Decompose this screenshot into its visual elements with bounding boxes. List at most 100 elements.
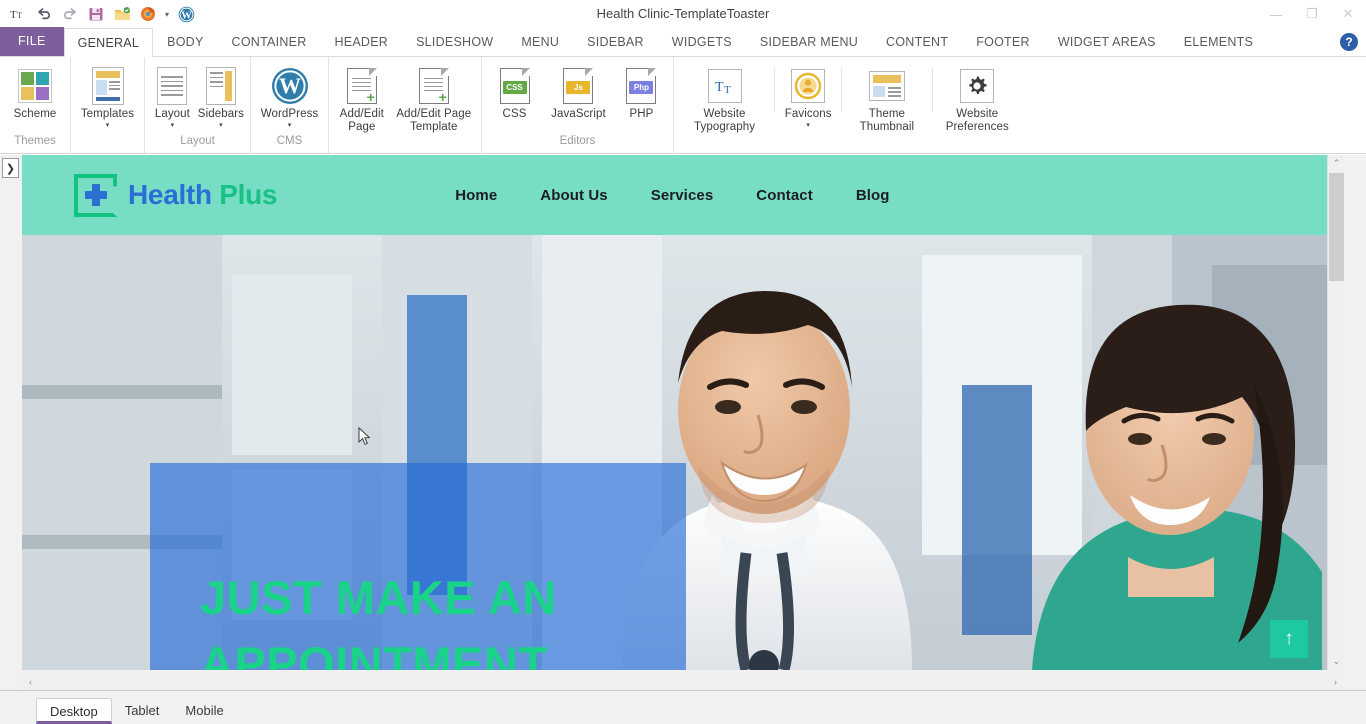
tab-sidebar-menu[interactable]: SIDEBAR MENU bbox=[746, 27, 872, 56]
redo-icon[interactable] bbox=[60, 4, 80, 24]
site-logo-text: Health Plus bbox=[128, 179, 278, 211]
viewport-tab-bar: Desktop Tablet Mobile bbox=[0, 690, 1366, 724]
close-button[interactable]: ✕ bbox=[1330, 1, 1366, 27]
minimize-button[interactable]: — bbox=[1258, 1, 1294, 27]
group-label-templates bbox=[71, 134, 144, 153]
site-navigation: Home About Us Services Contact Blog bbox=[455, 187, 889, 204]
scroll-up-arrow[interactable]: ⌃ bbox=[1328, 155, 1344, 172]
chevron-down-icon[interactable]: ▾ bbox=[288, 122, 292, 130]
undo-icon[interactable] bbox=[34, 4, 54, 24]
tab-menu[interactable]: MENU bbox=[507, 27, 573, 56]
hero-slideshow[interactable]: JUST MAKE AN APPOINTMENT ↑ bbox=[22, 235, 1344, 670]
svg-text:W: W bbox=[181, 10, 192, 21]
tab-sidebar[interactable]: SIDEBAR bbox=[573, 27, 658, 56]
logo-text-primary: Health bbox=[128, 179, 212, 210]
help-icon[interactable]: ? bbox=[1340, 33, 1358, 51]
tab-elements[interactable]: ELEMENTS bbox=[1170, 27, 1267, 56]
tab-slideshow[interactable]: SLIDESHOW bbox=[402, 27, 507, 56]
logo-text-secondary: Plus bbox=[219, 179, 278, 210]
preview-horizontal-scrollbar[interactable]: ‹ › bbox=[22, 673, 1344, 690]
tab-content[interactable]: CONTENT bbox=[872, 27, 962, 56]
dropdown-caret-icon[interactable]: ▾ bbox=[164, 10, 170, 19]
scheme-button[interactable]: Scheme bbox=[4, 62, 66, 122]
css-button[interactable]: CSS CSS bbox=[486, 62, 543, 122]
wordpress-icon[interactable]: W bbox=[176, 4, 196, 24]
quick-access-toolbar: TT ▾ W bbox=[0, 4, 196, 24]
tab-header[interactable]: HEADER bbox=[320, 27, 402, 56]
ribbon-content: Scheme Themes Templates ▾ Layout ▾ Sideb… bbox=[0, 57, 1366, 154]
templates-button[interactable]: Templates ▾ bbox=[75, 62, 140, 131]
add-edit-page-button[interactable]: + Add/Edit Page bbox=[333, 62, 391, 134]
sidebars-button[interactable]: Sidebars ▾ bbox=[196, 62, 246, 131]
vertical-scroll-thumb[interactable] bbox=[1329, 173, 1344, 281]
wordpress-label: WordPress bbox=[260, 108, 319, 120]
tab-body[interactable]: BODY bbox=[153, 27, 217, 56]
template-page-icon bbox=[91, 66, 124, 106]
chevron-down-icon[interactable]: ▾ bbox=[219, 122, 223, 130]
scroll-down-arrow[interactable]: ⌄ bbox=[1328, 653, 1344, 670]
ribbon-group-editors: CSS CSS Js JavaScript Php PHP Editors bbox=[481, 57, 673, 153]
scroll-to-top-button[interactable]: ↑ bbox=[1270, 620, 1308, 658]
chevron-down-icon[interactable]: ▾ bbox=[806, 122, 810, 130]
css-label: CSS bbox=[502, 108, 527, 120]
site-logo[interactable]: Health Plus bbox=[74, 173, 278, 217]
layout-button[interactable]: Layout ▾ bbox=[149, 62, 196, 131]
svg-text:T: T bbox=[10, 9, 17, 21]
website-typography-button[interactable]: TT Website Typography bbox=[678, 62, 771, 134]
color-scheme-icon bbox=[18, 66, 52, 106]
viewport-tab-mobile[interactable]: Mobile bbox=[172, 698, 236, 724]
wordpress-button[interactable]: W WordPress ▾ bbox=[255, 62, 324, 131]
viewport-tab-tablet[interactable]: Tablet bbox=[112, 698, 173, 724]
tab-container[interactable]: CONTAINER bbox=[218, 27, 321, 56]
add-edit-page-template-label: Add/Edit Page Template bbox=[396, 108, 472, 133]
tab-widget-areas[interactable]: WIDGET AREAS bbox=[1044, 27, 1170, 56]
website-preview[interactable]: Health Plus Home About Us Services Conta… bbox=[22, 155, 1344, 670]
favicons-label: Favicons bbox=[784, 108, 832, 120]
favicons-button[interactable]: Favicons ▾ bbox=[778, 62, 838, 131]
javascript-button[interactable]: Js JavaScript bbox=[543, 62, 614, 122]
nav-item-blog[interactable]: Blog bbox=[856, 187, 890, 204]
nav-item-services[interactable]: Services bbox=[651, 187, 714, 204]
tab-footer[interactable]: FOOTER bbox=[962, 27, 1044, 56]
thumbnail-icon bbox=[868, 66, 905, 106]
preview-browser-icon[interactable] bbox=[138, 4, 158, 24]
add-edit-page-label: Add/Edit Page bbox=[339, 108, 384, 133]
viewport-tab-desktop[interactable]: Desktop bbox=[36, 698, 112, 724]
nav-item-about-us[interactable]: About Us bbox=[540, 187, 607, 204]
chevron-down-icon[interactable]: ▾ bbox=[106, 122, 110, 130]
expand-panel-button[interactable]: ❯ bbox=[2, 158, 19, 178]
favicon-icon bbox=[791, 66, 826, 106]
preview-vertical-scrollbar[interactable]: ⌃ ⌄ bbox=[1327, 155, 1344, 670]
layout-label: Layout bbox=[154, 108, 190, 120]
scroll-right-arrow[interactable]: › bbox=[1327, 673, 1344, 690]
nav-item-home[interactable]: Home bbox=[455, 187, 497, 204]
php-file-icon: Php bbox=[626, 66, 657, 106]
chevron-down-icon[interactable]: ▾ bbox=[171, 122, 175, 130]
ribbon-group-website: TT Website Typography Favicons ▾ Theme T… bbox=[673, 57, 1023, 153]
css-file-icon: CSS bbox=[499, 66, 530, 106]
tab-general[interactable]: GENERAL bbox=[63, 28, 154, 57]
theme-thumbnail-button[interactable]: Theme Thumbnail bbox=[845, 62, 928, 134]
add-edit-page-template-button[interactable]: + Add/Edit Page Template bbox=[391, 62, 477, 134]
group-divider bbox=[774, 68, 776, 112]
restore-button[interactable]: ❐ bbox=[1294, 1, 1330, 27]
scroll-left-arrow[interactable]: ‹ bbox=[22, 673, 39, 690]
open-folder-icon[interactable] bbox=[112, 4, 132, 24]
layout-icon bbox=[157, 66, 188, 106]
tab-widgets[interactable]: WIDGETS bbox=[658, 27, 746, 56]
php-label: PHP bbox=[629, 108, 654, 120]
ribbon-group-themes: Scheme Themes bbox=[0, 57, 70, 153]
window-controls: — ❐ ✕ bbox=[1258, 0, 1366, 28]
medical-cross-logo-icon bbox=[74, 173, 117, 217]
scheme-label: Scheme bbox=[13, 108, 57, 120]
tab-file[interactable]: FILE bbox=[0, 27, 64, 56]
ribbon-group-templates: Templates ▾ bbox=[70, 57, 144, 153]
svg-text:T: T bbox=[715, 80, 724, 95]
window-title: Health Clinic-TemplateToaster bbox=[596, 6, 770, 21]
title-bar: TT ▾ W Health Clinic-TemplateToaster — ❐… bbox=[0, 0, 1366, 28]
php-button[interactable]: Php PHP bbox=[614, 62, 669, 122]
save-icon[interactable] bbox=[86, 4, 106, 24]
website-preferences-button[interactable]: Website Preferences bbox=[936, 62, 1019, 134]
text-tool-icon[interactable]: TT bbox=[8, 4, 28, 24]
nav-item-contact[interactable]: Contact bbox=[756, 187, 813, 204]
